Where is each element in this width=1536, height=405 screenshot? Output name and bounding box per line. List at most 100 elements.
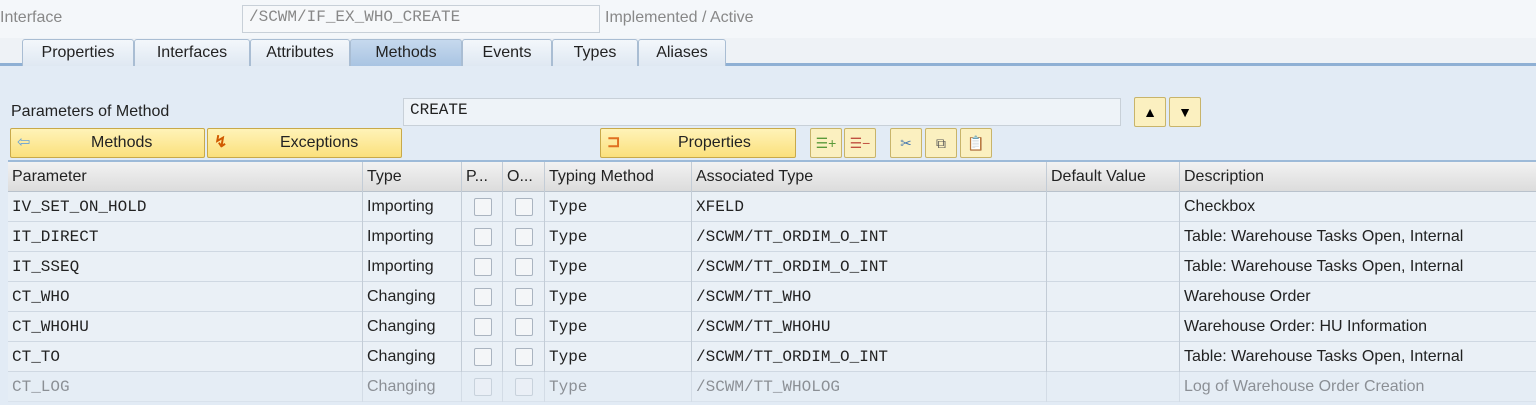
optional-cell [503,372,545,402]
insert-row-icon: ☰+ [815,135,837,151]
type-cell[interactable]: Changing [363,342,462,372]
paste-button[interactable]: 📋 [960,128,992,158]
pass-value-checkbox[interactable] [474,198,492,216]
type-cell[interactable]: Importing [363,222,462,252]
optional-cell [503,282,545,312]
table-row[interactable]: CT_LOG Changing Type/SCWM/TT_WHOLOG Log of … [8,372,1536,402]
insert-row-button[interactable]: ☰+ [810,128,842,158]
parameter-cell[interactable]: CT_WHOHU [8,312,363,342]
typing-method-cell[interactable]: Type [545,372,692,402]
table-row[interactable]: CT_WHOHU Changing Type/SCWM/TT_WHOHU Wareho… [8,312,1536,342]
optional-checkbox[interactable] [515,198,533,216]
typing-method-cell[interactable]: Type [545,192,692,222]
associated-type-cell[interactable]: /SCWM/TT_ORDIM_O_INT [692,342,1047,372]
parameter-cell[interactable]: IV_SET_ON_HOLD [8,192,363,222]
pass-value-cell [462,372,503,402]
pass-value-checkbox[interactable] [474,258,492,276]
tab-interfaces[interactable]: Interfaces [134,39,250,66]
pass-value-checkbox[interactable] [474,318,492,336]
type-cell[interactable]: Changing [363,372,462,402]
exceptions-button[interactable]: ↯ Exceptions [207,128,402,158]
copy-button[interactable]: ⧉ [925,128,957,158]
default-value-cell[interactable] [1047,222,1180,252]
typing-method-cell[interactable]: Type [545,252,692,282]
properties-button[interactable]: ⊐ Properties [600,128,796,158]
description-cell[interactable]: Warehouse Order: HU Information [1180,312,1536,342]
optional-checkbox[interactable] [515,318,533,336]
table-row[interactable]: IT_DIRECT Importing Type/SCWM/TT_ORDIM_O_I… [8,222,1536,252]
table-row[interactable]: IT_SSEQ Importing Type/SCWM/TT_ORDIM_O_INT… [8,252,1536,282]
back-arrow-icon: ⇦ [17,134,31,151]
associated-type-cell[interactable]: /SCWM/TT_WHOHU [692,312,1047,342]
col-parameter[interactable]: Parameter [8,162,363,192]
associated-type-cell[interactable]: /SCWM/TT_WHOLOG [692,372,1047,402]
associated-type-cell[interactable]: XFELD [692,192,1047,222]
optional-checkbox[interactable] [515,378,533,396]
description-cell[interactable]: Checkbox [1180,192,1536,222]
col-optional[interactable]: O... [503,162,545,192]
typing-method-cell[interactable]: Type [545,342,692,372]
optional-checkbox[interactable] [515,288,533,306]
associated-type-cell[interactable]: /SCWM/TT_ORDIM_O_INT [692,252,1047,282]
tab-aliases[interactable]: Aliases [638,39,726,66]
cut-button[interactable]: ✂ [890,128,922,158]
type-cell[interactable]: Changing [363,312,462,342]
associated-type-cell[interactable]: /SCWM/TT_WHO [692,282,1047,312]
parameter-cell[interactable]: CT_WHO [8,282,363,312]
properties-icon: ⊐ [607,134,621,151]
interface-field[interactable]: /SCWM/IF_EX_WHO_CREATE [242,5,600,33]
table-row[interactable]: CT_WHO Changing Type/SCWM/TT_WHO Warehouse … [8,282,1536,312]
tab-properties[interactable]: Properties [22,39,134,66]
type-cell[interactable]: Importing [363,192,462,222]
default-value-cell[interactable] [1047,252,1180,282]
type-cell[interactable]: Changing [363,282,462,312]
optional-checkbox[interactable] [515,258,533,276]
associated-type-cell[interactable]: /SCWM/TT_ORDIM_O_INT [692,222,1047,252]
optional-cell [503,342,545,372]
col-description[interactable]: Description [1180,162,1536,192]
typing-method-cell[interactable]: Type [545,312,692,342]
parameter-cell[interactable]: IT_DIRECT [8,222,363,252]
parameter-cell[interactable]: CT_TO [8,342,363,372]
tab-methods[interactable]: Methods [350,39,462,66]
default-value-cell[interactable] [1047,192,1180,222]
default-value-cell[interactable] [1047,312,1180,342]
typing-method-cell[interactable]: Type [545,282,692,312]
previous-button[interactable]: ▲ [1134,97,1166,127]
tab-attributes[interactable]: Attributes [250,39,350,66]
exceptions-label: Exceptions [280,134,359,151]
pass-value-checkbox[interactable] [474,348,492,366]
default-value-cell[interactable] [1047,372,1180,402]
interface-header: Interface /SCWM/IF_EX_WHO_CREATE Impleme… [0,0,1536,38]
col-typing-method[interactable]: Typing Method [545,162,692,192]
optional-checkbox[interactable] [515,348,533,366]
pass-value-checkbox[interactable] [474,378,492,396]
pass-value-checkbox[interactable] [474,228,492,246]
type-cell[interactable]: Importing [363,252,462,282]
pass-value-checkbox[interactable] [474,288,492,306]
col-associated-type[interactable]: Associated Type [692,162,1047,192]
method-field[interactable]: CREATE [403,98,1121,126]
table-row[interactable]: CT_TO Changing Type/SCWM/TT_ORDIM_O_INT Tab… [8,342,1536,372]
methods-button[interactable]: ⇦ Methods [10,128,205,158]
default-value-cell[interactable] [1047,282,1180,312]
col-pass-value[interactable]: P... [462,162,503,192]
col-default-value[interactable]: Default Value [1047,162,1180,192]
tab-events[interactable]: Events [462,39,552,66]
description-cell[interactable]: Table: Warehouse Tasks Open, Internal [1180,342,1536,372]
col-type[interactable]: Type [363,162,462,192]
description-cell[interactable]: Log of Warehouse Order Creation [1180,372,1536,402]
tab-types[interactable]: Types [552,39,638,66]
default-value-cell[interactable] [1047,342,1180,372]
table-row[interactable]: IV_SET_ON_HOLD Importing Type XFELD Checkbox [8,192,1536,222]
parameter-cell[interactable]: IT_SSEQ [8,252,363,282]
pass-value-cell [462,342,503,372]
description-cell[interactable]: Warehouse Order [1180,282,1536,312]
typing-method-cell[interactable]: Type [545,222,692,252]
description-cell[interactable]: Table: Warehouse Tasks Open, Internal [1180,222,1536,252]
parameter-cell[interactable]: CT_LOG [8,372,363,402]
description-cell[interactable]: Table: Warehouse Tasks Open, Internal [1180,252,1536,282]
next-button[interactable]: ▼ [1169,97,1201,127]
delete-row-button[interactable]: ☰− [844,128,876,158]
optional-checkbox[interactable] [515,228,533,246]
